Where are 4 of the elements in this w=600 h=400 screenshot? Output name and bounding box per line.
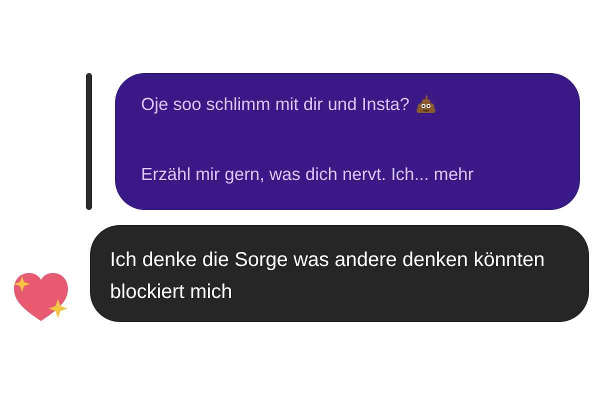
message-bubble: Ich denke die Sorge was andere denken könnten blockiert mich <box>90 225 589 322</box>
message-text: Erzähl mir gern, was dich nervt. Ich... mehr <box>141 164 475 185</box>
message-text: Oje soo schlimm mit dir und Insta? <box>141 94 410 114</box>
poop-icon <box>415 93 438 115</box>
